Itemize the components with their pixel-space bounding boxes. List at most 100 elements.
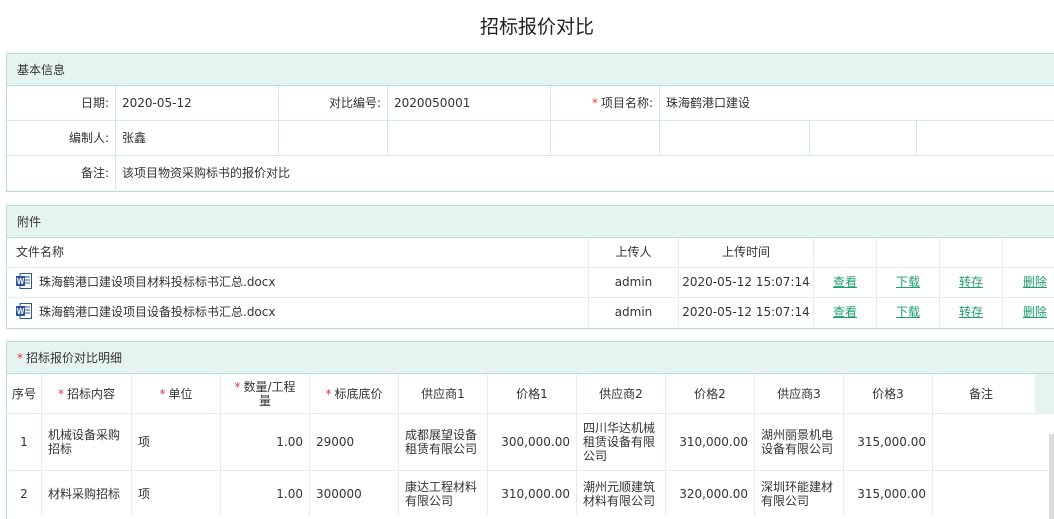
attachment-file-name: 珠海鹤港口建设项目材料投标标书汇总.docx: [39, 275, 276, 289]
project-name-label: * 项目名称:: [551, 86, 660, 120]
save-link-cell: 转存: [940, 268, 1003, 297]
required-mark: *: [234, 379, 241, 394]
required-mark: *: [591, 96, 598, 110]
compare-row: 1 机械设备采购招标 项 1.00 29000 成都展望设备租赁有限公司 300…: [7, 414, 1054, 471]
project-name-label-text: 项目名称:: [600, 96, 653, 110]
save-link[interactable]: 转存: [959, 275, 983, 289]
row-remark[interactable]: [933, 471, 1029, 516]
row-supplier-2[interactable]: 四川华达机械租赁设备有限公司: [577, 414, 666, 470]
attachment-file-cell[interactable]: W 珠海鹤港口建设项目设备投标标书汇总.docx: [7, 298, 589, 327]
required-mark: *: [57, 386, 64, 401]
row-content[interactable]: 机械设备采购招标: [42, 414, 132, 470]
col-empty: [877, 238, 940, 267]
word-file-icon: W: [16, 273, 32, 289]
row-content[interactable]: 材料采购招标: [42, 471, 132, 516]
compare-row: 2 材料采购招标 项 1.00 300000 康达工程材料有限公司 310,00…: [7, 471, 1054, 516]
delete-link[interactable]: 删除: [1023, 305, 1047, 319]
editor-label: 编制人:: [7, 121, 116, 155]
remark-field[interactable]: 该项目物资采购标书的报价对比: [116, 156, 1054, 190]
required-mark: *: [17, 351, 23, 365]
row-supplier-1-text: 成都展望设备租赁有限公司: [405, 428, 478, 456]
col-price-3: 价格3: [844, 374, 933, 413]
delete-link-cell: 删除: [1003, 268, 1054, 297]
row-price-1[interactable]: 310,000.00: [488, 471, 577, 516]
row-price-3[interactable]: 315,000.00: [844, 414, 933, 470]
empty-cell: [810, 121, 917, 155]
col-base-price: * 标底底价: [310, 374, 399, 413]
col-upload-time: 上传时间: [679, 238, 814, 267]
remark-label: 备注:: [7, 156, 116, 190]
date-label: 日期:: [7, 86, 116, 120]
row-unit[interactable]: 项: [132, 414, 221, 470]
compare-no-field[interactable]: 2020050001: [388, 86, 551, 120]
col-qty: * 数量/工程量: [221, 374, 310, 413]
row-base-price[interactable]: 29000: [310, 414, 399, 470]
editor-field[interactable]: 张鑫: [116, 121, 279, 155]
basic-info-header: 基本信息: [7, 54, 1054, 86]
empty-cell: [388, 121, 551, 155]
compare-no-label: 对比编号:: [279, 86, 388, 120]
svg-text:W: W: [17, 277, 25, 286]
vertical-scrollbar[interactable]: [1049, 434, 1054, 519]
row-supplier-1[interactable]: 康达工程材料有限公司: [399, 471, 488, 516]
col-unit-text: 单位: [168, 386, 193, 401]
row-seq: 1: [7, 414, 42, 470]
col-uploader: 上传人: [589, 238, 679, 267]
row-unit[interactable]: 项: [132, 471, 221, 516]
row-supplier-3-text: 湖州丽景机电设备有限公司: [761, 428, 834, 456]
view-link[interactable]: 查看: [833, 275, 857, 289]
col-content-text: 招标内容: [66, 386, 115, 401]
attachments-header: 附件: [7, 206, 1054, 238]
delete-link[interactable]: 删除: [1023, 275, 1047, 289]
col-base-price-text: 标底底价: [334, 386, 383, 401]
attachment-row: W 珠海鹤港口建设项目材料投标标书汇总.docx admin 2020-05-1…: [7, 268, 1054, 298]
row-supplier-1[interactable]: 成都展望设备租赁有限公司: [399, 414, 488, 470]
empty-cell: [551, 121, 660, 155]
col-supplier-1: 供应商1: [399, 374, 488, 413]
row-content-text: 机械设备采购招标: [48, 428, 121, 456]
col-price-2: 价格2: [666, 374, 755, 413]
col-empty: [940, 238, 1003, 267]
attachments-panel: 附件 文件名称 上传人 上传时间 W 珠海鹤港口建设项目材料投标标书汇总.doc…: [6, 205, 1054, 329]
col-supplier-3: 供应商3: [755, 374, 844, 413]
col-seq: 序号: [7, 374, 42, 413]
header-scroll-cap: [1035, 374, 1054, 413]
view-link-cell: 查看: [814, 268, 877, 297]
attachment-uploader: admin: [589, 268, 679, 297]
required-mark: *: [159, 386, 166, 401]
save-link[interactable]: 转存: [959, 305, 983, 319]
delete-link-cell: 删除: [1003, 298, 1054, 327]
row-qty[interactable]: 1.00: [221, 471, 310, 516]
view-link[interactable]: 查看: [833, 305, 857, 319]
row-price-3[interactable]: 315,000.00: [844, 471, 933, 516]
download-link-cell: 下载: [877, 268, 940, 297]
project-name-field[interactable]: 珠海鹤港口建设: [660, 86, 1054, 120]
row-supplier-3[interactable]: 深圳环能建材有限公司: [755, 471, 844, 516]
basic-row-2: 编制人: 张鑫: [7, 121, 1054, 156]
compare-table-header: 序号 * 招标内容 * 单位 * 数量/工程量 * 标底底价 供应商1 价格1 供应商2…: [7, 374, 1054, 414]
row-price-2[interactable]: 310,000.00: [666, 414, 755, 470]
download-link[interactable]: 下载: [896, 275, 920, 289]
empty-cell: [279, 121, 388, 155]
col-remark: 备注: [968, 386, 993, 401]
view-link-cell: 查看: [814, 298, 877, 327]
row-qty[interactable]: 1.00: [221, 414, 310, 470]
col-price-1: 价格1: [488, 374, 577, 413]
row-supplier-3[interactable]: 湖州丽景机电设备有限公司: [755, 414, 844, 470]
attachment-file-cell[interactable]: W 珠海鹤港口建设项目材料投标标书汇总.docx: [7, 268, 589, 297]
attachment-upload-time: 2020-05-12 15:07:14: [679, 268, 814, 297]
empty-cell: [917, 121, 1054, 155]
row-supplier-2[interactable]: 潮州元顺建筑材料有限公司: [577, 471, 666, 516]
compare-detail-header: * 招标报价对比明细: [7, 342, 1054, 374]
row-price-1[interactable]: 300,000.00: [488, 414, 577, 470]
row-remark[interactable]: [933, 414, 1029, 470]
row-price-2[interactable]: 320,000.00: [666, 471, 755, 516]
date-field[interactable]: 2020-05-12: [116, 86, 279, 120]
attachment-row: W 珠海鹤港口建设项目设备投标标书汇总.docx admin 2020-05-1…: [7, 298, 1054, 328]
empty-cell: [660, 121, 810, 155]
attachment-file-name: 珠海鹤港口建设项目设备投标标书汇总.docx: [39, 305, 276, 319]
download-link[interactable]: 下载: [896, 305, 920, 319]
basic-row-3: 备注: 该项目物资采购标书的报价对比: [7, 156, 1054, 191]
basic-info-panel: 基本信息 日期: 2020-05-12 对比编号: 2020050001 * 项目…: [6, 53, 1054, 192]
row-base-price[interactable]: 300000: [310, 471, 399, 516]
